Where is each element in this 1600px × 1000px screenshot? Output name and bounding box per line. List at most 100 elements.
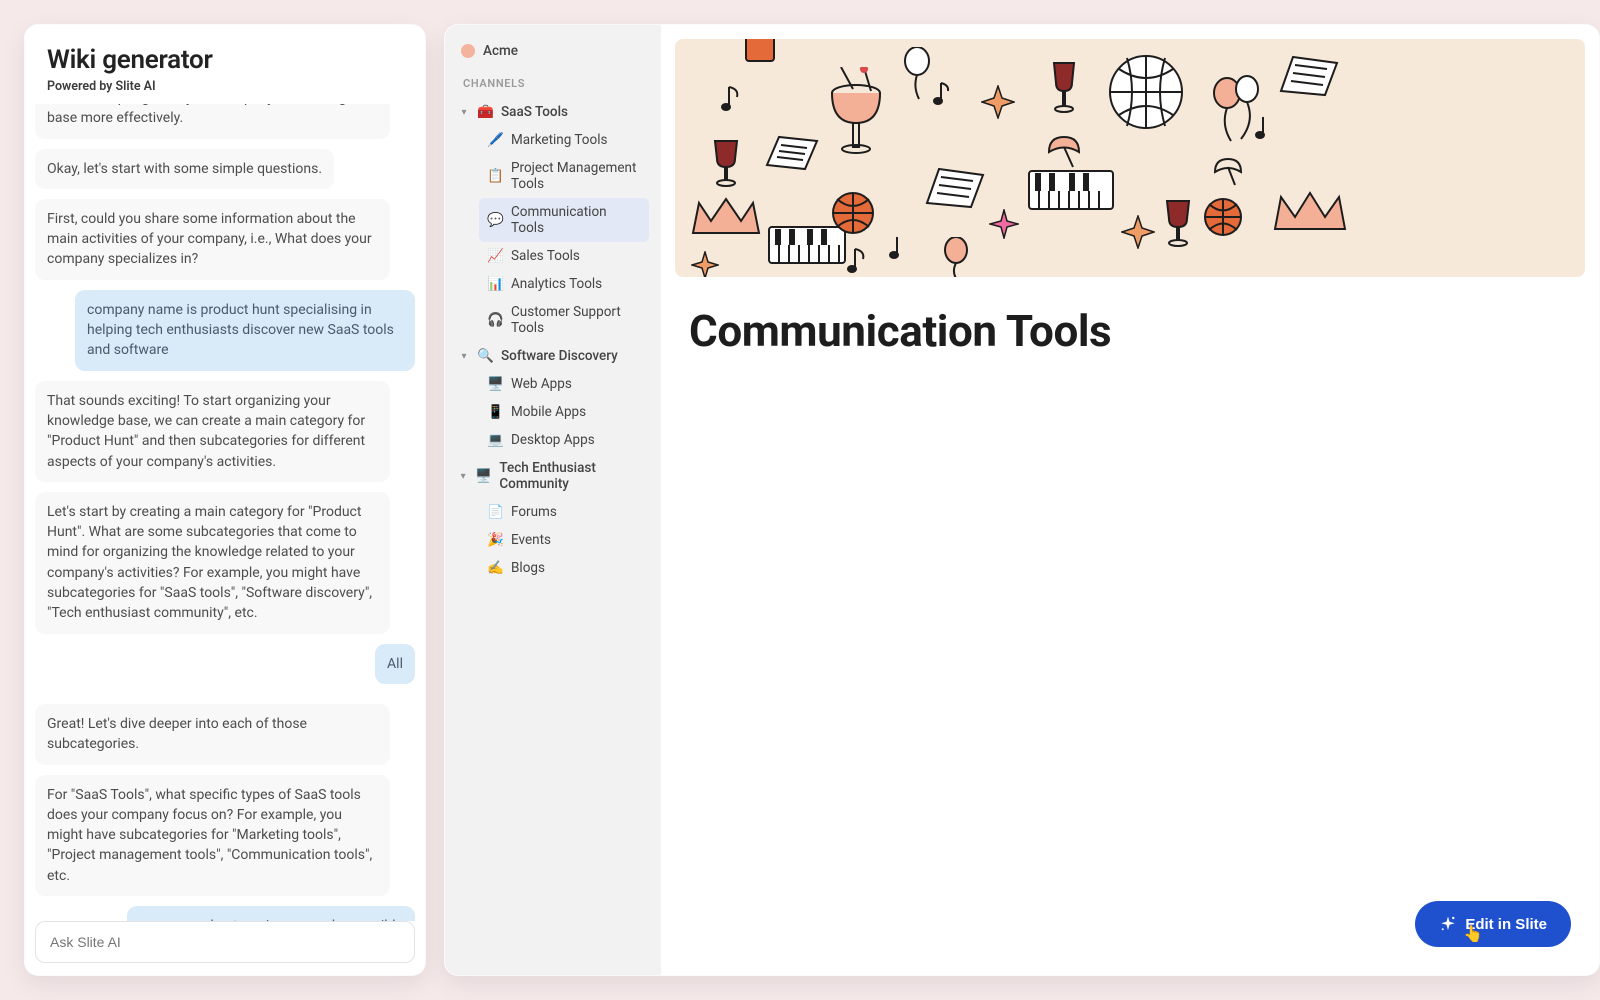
ai-message: That sounds exciting! To start organizin… [35,381,390,482]
paper-icon [1273,51,1343,101]
edit-button-label: Edit in Slite [1465,916,1547,933]
workspace-name: Acme [483,43,518,59]
channel-emoji: 📋 [487,168,503,184]
balloon-icon [901,47,933,103]
chat-subtitle: Powered by Slite AI [47,79,403,94]
music-note-icon [721,85,743,113]
chat-input-wrap [25,921,425,975]
channel-label: Forums [511,504,557,520]
channel-item[interactable]: 🖊️Marketing Tools [479,126,649,154]
channel-emoji: 🎧 [487,312,503,328]
crown-icon [1271,189,1349,235]
channel-emoji: ✍️ [487,560,503,576]
channel-label: Marketing Tools [511,132,607,148]
paper-icon [761,131,823,175]
channel-emoji: 🖥️ [487,376,503,392]
cocktail-icon [823,67,889,157]
chat-header: Wiki generator Powered by Slite AI [25,25,425,104]
user-message: All [375,644,415,684]
sidebar: Acme CHANNELS ▾ 🧰 SaaS Tools 🖊️Marketing To… [445,25,661,975]
ai-message: Okay, let's start with some simple quest… [35,149,334,189]
basketball-icon [1203,197,1243,237]
channel-label: Project Management Tools [511,160,641,192]
sparkle-icon [691,251,719,277]
sparkle-icon [989,209,1019,239]
channel-item[interactable]: 💻 Desktop Apps [479,426,649,454]
ai-message: Let's start by creating a main category … [35,492,390,634]
chevron-down-icon: ▾ [459,471,467,482]
channel-emoji: 💻 [487,432,503,448]
channel-group[interactable]: ▾ 🔍 Software Discovery [457,342,649,370]
chat-input[interactable] [35,921,415,963]
channel-label: Analytics Tools [511,276,602,292]
channel-emoji: 📈 [487,248,503,264]
music-note-icon [847,247,869,275]
wine-icon [709,137,743,187]
channel-label: Software Discovery [501,348,618,364]
music-note-icon [933,81,953,107]
document-banner [675,39,1585,277]
ai-message: For "SaaS Tools", what specific types of… [35,775,390,896]
channel-emoji: 🖥️ [475,468,491,484]
chevron-down-icon: ▾ [459,107,469,118]
channel-label: Sales Tools [511,248,580,264]
sidebar-section-label: CHANNELS [457,77,649,98]
sparkle-icon [1439,915,1457,933]
channel-label: SaaS Tools [501,104,568,120]
drink-box-icon [740,39,780,69]
channel-emoji: 📊 [487,276,503,292]
paper-icon [919,163,989,213]
channel-label: Communication Tools [511,204,641,236]
channel-item[interactable]: 💬 Communication Tools [479,198,649,242]
document-area: Communication Tools Edit in Slite 👆 [661,25,1599,975]
user-message: as many subcategories as can be possible [127,906,415,921]
channel-item[interactable]: 📋 Project Management Tools [479,154,649,198]
basketball-icon [831,191,875,235]
ai-message: First, could you share some information … [35,199,390,280]
channel-label: Mobile Apps [511,404,586,420]
channel-item[interactable]: 📈 Sales Tools [479,242,649,270]
sparkle-icon [1121,215,1155,249]
channel-emoji: 💬 [487,212,503,228]
wine-icon [1047,61,1081,115]
wine-icon [1161,197,1195,247]
channel-label: Web Apps [511,376,572,392]
crown-icon [689,195,763,239]
music-note-icon [1255,115,1275,141]
channel-item[interactable]: 📊 Analytics Tools [479,270,649,298]
ai-message: Great! Let's dive deeper into each of th… [35,704,390,765]
channel-item[interactable]: 📱 Mobile Apps [479,398,649,426]
keyboard-icon [1027,169,1115,211]
channel-emoji: 📄 [487,504,503,520]
chat-stream[interactable]: that will help organize your company's k… [25,104,425,921]
workspace-switcher[interactable]: Acme [457,41,649,77]
channel-item[interactable]: ✍️ Blogs [479,554,649,582]
channel-emoji: 🎉 [487,532,503,548]
channel-item[interactable]: 📄 Forums [479,498,649,526]
channel-item[interactable]: 🖥️ Web Apps [479,370,649,398]
channel-label: Events [511,532,551,548]
channel-label: Blogs [511,560,545,576]
disco-ball-icon [1107,53,1185,131]
channel-tree: ▾ 🧰 SaaS Tools 🖊️Marketing Tools 📋 Project Ma… [457,98,649,582]
channel-group[interactable]: ▾🖥️Tech Enthusiast Community [457,454,649,498]
workspace-avatar [461,44,475,58]
edit-in-slite-button[interactable]: Edit in Slite [1415,901,1571,947]
wiki-generator-panel: Wiki generator Powered by Slite AI that … [24,24,426,976]
channel-label: Desktop Apps [511,432,595,448]
user-message: company name is product hunt specialisin… [75,290,415,371]
channel-emoji: 🔍 [477,348,493,364]
sparkle-icon [981,85,1015,119]
channel-emoji: 🧰 [477,104,493,120]
chat-title: Wiki generator [47,45,403,75]
ai-message: that will help organize your company's k… [35,104,390,139]
umbrella-icon [1213,157,1243,187]
channel-group[interactable]: ▾ 🧰 SaaS Tools [457,98,649,126]
channel-emoji: 📱 [487,404,503,420]
channel-label: Customer Support Tools [511,304,641,336]
document-title: Communication Tools [661,277,1599,357]
balloon-icon [941,237,971,277]
channel-item[interactable]: 🎧 Customer Support Tools [479,298,649,342]
chevron-down-icon: ▾ [459,351,469,362]
channel-item[interactable]: 🎉 Events [479,526,649,554]
